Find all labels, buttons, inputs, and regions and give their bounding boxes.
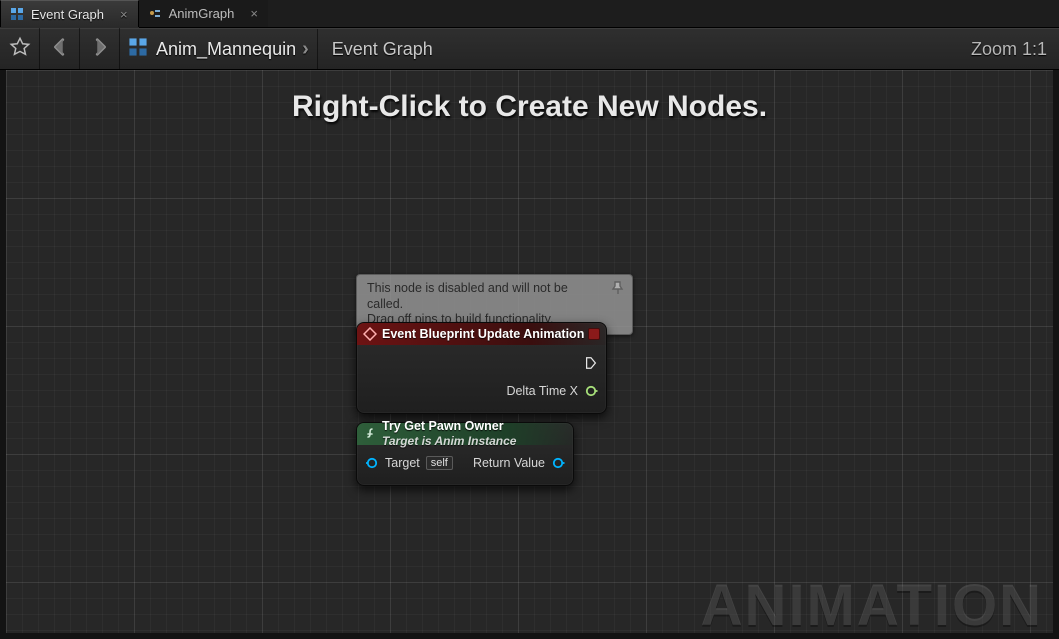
- star-icon: [9, 36, 31, 63]
- breadcrumb[interactable]: Anim_Mannequin ›: [120, 29, 318, 69]
- node-header[interactable]: Event Blueprint Update Animation: [357, 323, 606, 345]
- tab-label: Event Graph: [31, 7, 104, 22]
- node-title: Event Blueprint Update Animation: [382, 327, 584, 341]
- tab-anim-graph[interactable]: AnimGraph ×: [139, 0, 268, 27]
- nav-back-button[interactable]: [40, 28, 80, 70]
- node-body: Delta Time X: [357, 345, 606, 413]
- exec-out-pin[interactable]: [584, 356, 598, 370]
- canvas-watermark: ANIMATION: [701, 572, 1043, 639]
- breadcrumb-blueprint: Anim_Mannequin: [156, 39, 296, 60]
- node-event-update-animation[interactable]: Event Blueprint Update Animation Delta T…: [356, 322, 607, 414]
- pin-label: Return Value: [473, 456, 545, 470]
- zoom-indicator: Zoom 1:1: [971, 39, 1059, 60]
- graph-icon: [9, 6, 25, 22]
- node-try-get-pawn-owner[interactable]: Try Get Pawn Owner Target is Anim Instan…: [356, 422, 574, 486]
- tab-label: AnimGraph: [169, 6, 235, 21]
- pin-label: Delta Time X: [506, 384, 578, 398]
- node-title: Try Get Pawn Owner: [382, 420, 516, 433]
- favorite-button[interactable]: [0, 28, 40, 70]
- pin-label: Target: [385, 456, 420, 470]
- close-icon[interactable]: ×: [250, 6, 258, 21]
- node-body: Target self Return Value: [357, 445, 573, 485]
- breadcrumb-graph: Event Graph: [318, 39, 447, 60]
- tab-event-graph[interactable]: Event Graph ×: [0, 0, 139, 27]
- chevron-right-icon: ›: [302, 38, 309, 61]
- toolbar: Anim_Mannequin › Event Graph Zoom 1:1: [0, 28, 1059, 70]
- event-icon: [363, 327, 377, 341]
- object-in-pin[interactable]: [365, 456, 379, 470]
- canvas-hint: Right-Click to Create New Nodes.: [6, 90, 1053, 124]
- arrow-right-icon: [89, 36, 111, 63]
- node-header[interactable]: Try Get Pawn Owner Target is Anim Instan…: [357, 423, 573, 445]
- graph-canvas[interactable]: Right-Click to Create New Nodes. ANIMATI…: [0, 70, 1059, 639]
- float-out-pin[interactable]: [584, 384, 598, 398]
- nav-forward-button[interactable]: [80, 28, 120, 70]
- function-icon: [363, 427, 377, 441]
- delegate-pin-icon[interactable]: [588, 328, 600, 340]
- object-out-pin[interactable]: [551, 456, 565, 470]
- comment-line: This node is disabled and will not be ca…: [367, 281, 598, 312]
- node-subtitle: Target is Anim Instance: [382, 435, 516, 448]
- tab-bar: Event Graph × AnimGraph ×: [0, 0, 1059, 28]
- self-chip[interactable]: self: [426, 456, 453, 470]
- blueprint-icon: [128, 37, 148, 62]
- close-icon[interactable]: ×: [120, 7, 128, 22]
- pushpin-icon[interactable]: [610, 281, 626, 297]
- arrow-left-icon: [49, 36, 71, 63]
- anim-graph-icon: [147, 6, 163, 22]
